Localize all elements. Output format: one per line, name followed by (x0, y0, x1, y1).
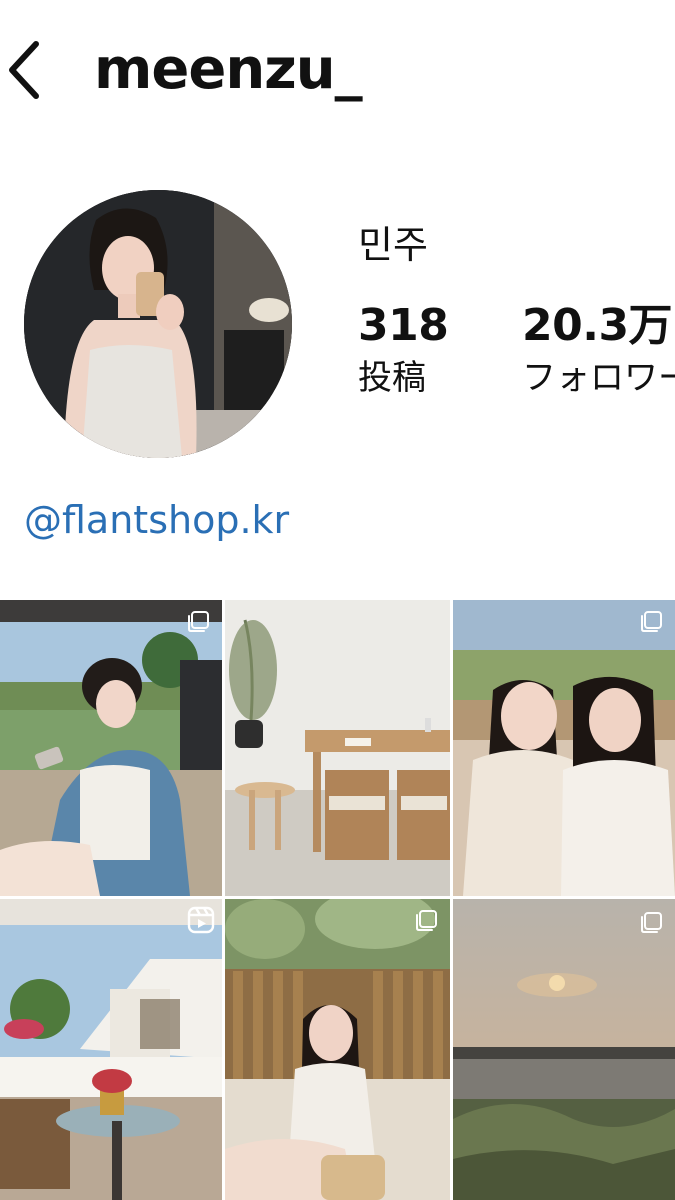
post-photo (453, 899, 675, 1200)
followers-stat[interactable]: 20.3万 フォロワー (522, 300, 675, 404)
posts-count: 318 (358, 300, 449, 351)
followers-count: 20.3万 (522, 300, 673, 351)
profile-avatar[interactable] (24, 190, 292, 458)
post-grid (0, 600, 675, 1200)
multiple-photos-icon (188, 611, 209, 632)
post-photo (225, 899, 450, 1200)
post-tile-2[interactable] (225, 600, 450, 896)
post-photo (0, 600, 222, 896)
post-tile-6[interactable] (453, 899, 675, 1200)
chevron-left-icon (9, 41, 39, 99)
bio-link[interactable]: @flantshop.kr (24, 498, 289, 542)
post-photo (453, 600, 675, 896)
back-button[interactable] (0, 30, 48, 110)
post-photo (0, 899, 222, 1200)
avatar-photo (24, 190, 292, 458)
multiple-photos-icon (641, 912, 662, 933)
top-bar: meenzu_ (0, 0, 675, 140)
multiple-photos-icon (641, 611, 662, 632)
profile-username: meenzu_ (94, 37, 363, 102)
reel-icon (187, 906, 215, 934)
multiple-photos-icon (416, 910, 437, 931)
post-tile-1[interactable] (0, 600, 222, 896)
post-tile-3[interactable] (453, 600, 675, 896)
posts-stat[interactable]: 318 投稿 (358, 300, 449, 404)
post-tile-4[interactable] (0, 899, 222, 1200)
post-photo (225, 600, 450, 896)
followers-label: フォロワー (522, 358, 675, 398)
posts-label: 投稿 (358, 358, 426, 398)
post-tile-5[interactable] (225, 899, 450, 1200)
profile-display-name: 민주 (358, 223, 428, 267)
